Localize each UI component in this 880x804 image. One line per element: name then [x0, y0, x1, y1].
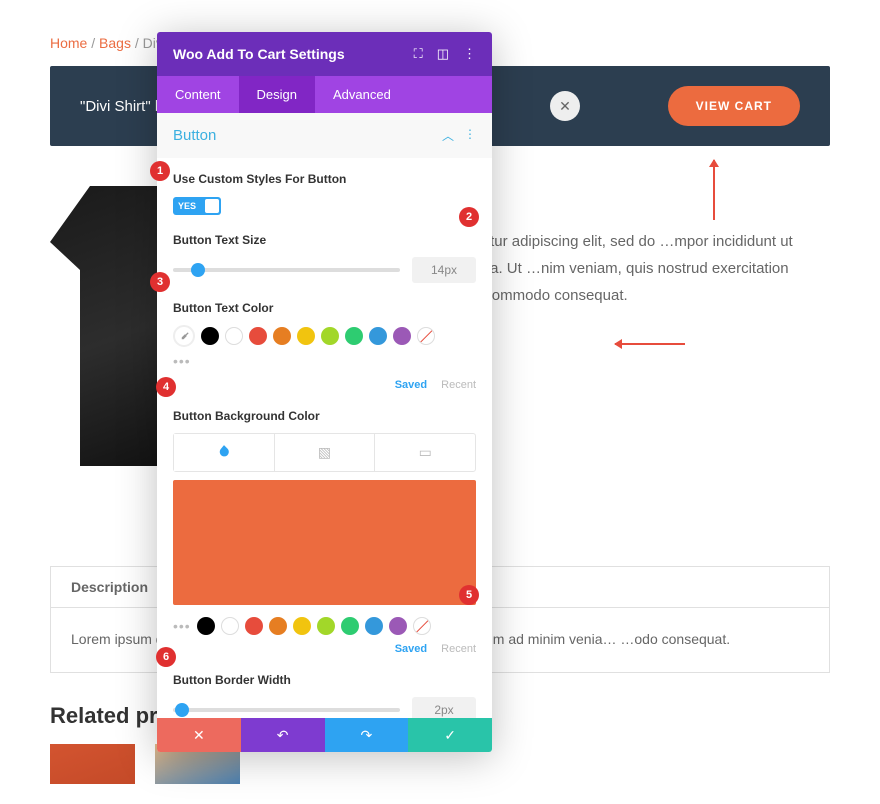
bg-tab-color[interactable]: [174, 434, 275, 471]
label-border-width: Button Border Width: [173, 673, 476, 687]
view-cart-button[interactable]: VIEW CART: [668, 86, 800, 126]
swatch-orange[interactable]: [269, 617, 287, 635]
swatch-lightgreen[interactable]: [321, 327, 339, 345]
saved-tab[interactable]: Saved: [395, 643, 427, 655]
label-text-color: Button Text Color: [173, 301, 476, 315]
annotation-arrow-up: [713, 160, 715, 220]
tab-advanced[interactable]: Advanced: [315, 76, 409, 113]
swatch-red[interactable]: [249, 327, 267, 345]
swatch-purple[interactable]: [393, 327, 411, 345]
saved-tab[interactable]: Saved: [395, 379, 427, 391]
color-preview[interactable]: [173, 480, 476, 605]
slider-border-width[interactable]: [173, 708, 400, 712]
callout-4: 4: [156, 377, 176, 397]
save-button[interactable]: ✓: [408, 718, 492, 752]
recent-tab[interactable]: Recent: [441, 643, 476, 655]
modal-title: Woo Add To Cart Settings: [173, 46, 345, 62]
snap-icon[interactable]: ◫: [437, 46, 449, 62]
recent-tab[interactable]: Recent: [441, 379, 476, 391]
menu-icon[interactable]: ⋮: [463, 46, 476, 62]
tab-description[interactable]: Description: [51, 567, 168, 607]
swatch-yellow[interactable]: [293, 617, 311, 635]
callout-2: 2: [459, 207, 479, 227]
related-product-1[interactable]: [50, 744, 135, 784]
swatch-white[interactable]: [225, 327, 243, 345]
eyedropper-icon[interactable]: [173, 325, 195, 347]
swatch-orange[interactable]: [273, 327, 291, 345]
input-border-width[interactable]: 2px: [412, 697, 476, 718]
swatch-white[interactable]: [221, 617, 239, 635]
callout-6: 6: [156, 647, 176, 667]
toggle-use-custom[interactable]: YES: [173, 197, 221, 215]
expand-icon[interactable]: ⛶: [414, 46, 423, 62]
more-swatches-icon[interactable]: •••: [173, 618, 191, 634]
tab-design[interactable]: Design: [239, 76, 315, 113]
swatch-black[interactable]: [197, 617, 215, 635]
swatch-blue[interactable]: [365, 617, 383, 635]
swatch-lightgreen[interactable]: [317, 617, 335, 635]
callout-5: 5: [459, 585, 479, 605]
swatch-green[interactable]: [341, 617, 359, 635]
callout-1: 1: [150, 161, 170, 181]
undo-button[interactable]: ↶: [241, 718, 325, 752]
swatch-transparent[interactable]: [413, 617, 431, 635]
swatch-purple[interactable]: [389, 617, 407, 635]
label-bg-color: Button Background Color: [173, 409, 476, 423]
section-button[interactable]: Button: [173, 127, 216, 144]
redo-button[interactable]: ↷: [325, 718, 409, 752]
bc-bags[interactable]: Bags: [99, 35, 131, 51]
tab-content[interactable]: Content: [157, 76, 239, 113]
close-icon[interactable]: ✕: [550, 91, 580, 121]
cancel-button[interactable]: ✕: [157, 718, 241, 752]
label-text-size: Button Text Size: [173, 233, 476, 247]
swatch-transparent[interactable]: [417, 327, 435, 345]
more-swatches-icon[interactable]: •••: [173, 353, 191, 369]
chevron-up-icon[interactable]: ︿: [442, 127, 454, 144]
swatch-blue[interactable]: [369, 327, 387, 345]
label-use-custom: Use Custom Styles For Button: [173, 172, 476, 186]
swatch-yellow[interactable]: [297, 327, 315, 345]
bg-tab-image[interactable]: ▭: [375, 434, 475, 471]
section-menu-icon[interactable]: ⋮: [464, 127, 476, 144]
slider-text-size[interactable]: [173, 268, 400, 272]
bc-home[interactable]: Home: [50, 35, 87, 51]
callout-3: 3: [150, 272, 170, 292]
swatch-black[interactable]: [201, 327, 219, 345]
settings-modal: Woo Add To Cart Settings ⛶ ◫ ⋮ Content D…: [157, 32, 492, 752]
swatch-green[interactable]: [345, 327, 363, 345]
annotation-arrow-left: [615, 343, 685, 345]
swatch-red[interactable]: [245, 617, 263, 635]
input-text-size[interactable]: 14px: [412, 257, 476, 283]
bg-tab-gradient[interactable]: ▧: [275, 434, 376, 471]
